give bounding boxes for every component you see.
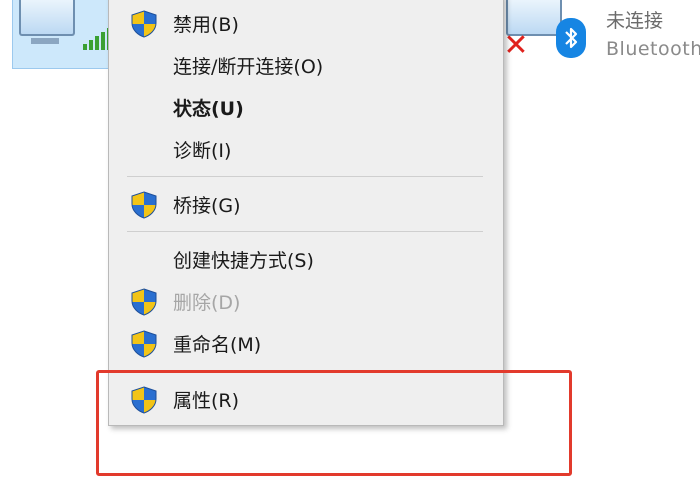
menu-item-create-shortcut[interactable]: 创建快捷方式(S) [109,241,503,277]
context-menu: 禁用(B) 连接/断开连接(O) 状态(U) 诊断(I) 桥接(G) 创建快捷方… [108,0,504,426]
adapter-status-text: 未连接 [606,10,664,32]
menu-item-label: 创建快捷方式(S) [173,249,314,272]
disabled-x-icon: ✕ [503,28,529,63]
menu-item-label: 桥接(G) [173,194,241,217]
menu-item-label: 状态(U) [173,97,244,120]
menu-item-status[interactable]: 状态(U) [109,89,503,125]
adapter-description-text: Bluetooth [606,38,700,60]
menu-item-label: 重命名(M) [173,333,262,356]
menu-item-label: 诊断(I) [173,139,232,162]
menu-item-diagnose[interactable]: 诊断(I) [109,131,503,167]
menu-item-delete: 删除(D) [109,283,503,319]
menu-item-rename[interactable]: 重命名(M) [109,325,503,361]
uac-shield-icon [131,10,157,38]
menu-item-connect-disconnect[interactable]: 连接/断开连接(O) [109,47,503,83]
menu-item-label: 禁用(B) [173,13,239,36]
menu-item-disable[interactable]: 禁用(B) [109,5,503,41]
uac-shield-icon [131,330,157,358]
highlight-annotation-box [96,370,572,476]
monitor-stand [31,38,59,44]
menu-item-label: 删除(D) [173,291,241,314]
menu-separator [127,231,483,232]
menu-item-label: 连接/断开连接(O) [173,55,324,78]
network-adapter-icon [19,0,75,36]
uac-shield-icon [131,288,157,316]
menu-item-bridge[interactable]: 桥接(G) [109,186,503,222]
bluetooth-icon [556,18,586,58]
menu-separator [127,176,483,177]
uac-shield-icon [131,191,157,219]
network-adapter-tile[interactable] [12,0,120,69]
